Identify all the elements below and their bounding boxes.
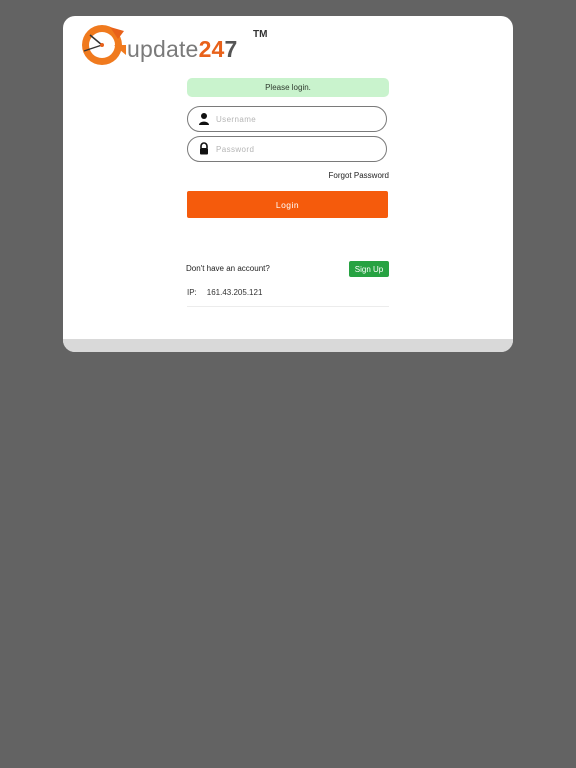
no-account-text: Don't have an account?: [186, 264, 270, 273]
card-footer: [63, 339, 513, 352]
login-card: update247 TM Please login. Forgot Passwo…: [63, 16, 513, 352]
login-button[interactable]: Login: [187, 191, 388, 218]
lock-icon: [198, 142, 210, 156]
login-alert: Please login.: [187, 78, 389, 97]
trademark-mark: TM: [253, 29, 268, 40]
forgot-password-link[interactable]: Forgot Password: [303, 171, 389, 180]
logo-text-24: 24: [198, 36, 225, 62]
divider: [187, 306, 389, 307]
username-field[interactable]: [187, 106, 387, 132]
password-field[interactable]: [187, 136, 387, 162]
logo-text-prefix: update: [127, 36, 199, 62]
logo-wordmark: update247: [127, 36, 238, 62]
sign-up-button[interactable]: Sign Up: [349, 261, 389, 277]
clock-logo-icon: [82, 25, 126, 65]
password-input[interactable]: [216, 140, 376, 158]
username-input[interactable]: [216, 110, 376, 128]
ip-row: IP: 161.43.205.121: [187, 288, 262, 297]
update247-logo: update247 TM: [80, 21, 267, 67]
logo-text-7: 7: [224, 36, 238, 62]
ip-label: IP:: [187, 288, 197, 297]
ip-value: 161.43.205.121: [206, 288, 263, 297]
user-icon: [198, 112, 210, 126]
